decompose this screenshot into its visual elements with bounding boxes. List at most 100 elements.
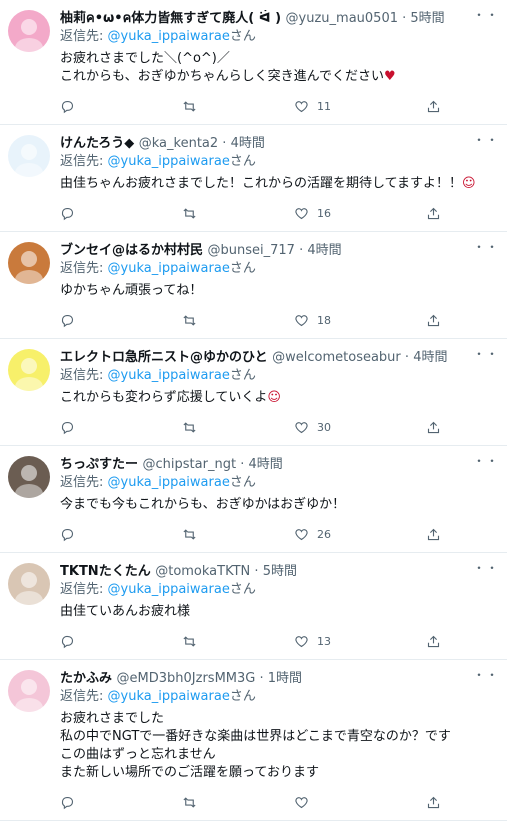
separator: ·: [250, 564, 263, 579]
reply-icon: [61, 314, 74, 327]
tweet-text: ゆかちゃん頑張ってね！: [60, 282, 493, 300]
retweet-button[interactable]: [182, 634, 294, 649]
action-bar: 30: [60, 409, 493, 445]
like-button[interactable]: 11: [294, 99, 426, 114]
reply-to-link[interactable]: @yuka_ippaiwarae: [108, 582, 230, 597]
more-icon[interactable]: ・・: [473, 559, 499, 576]
reply-to-link[interactable]: @yuka_ippaiwarae: [108, 261, 230, 276]
user-handle[interactable]: @ka_kenta2: [139, 136, 218, 151]
retweet-icon: [183, 100, 196, 112]
tweet[interactable]: ・・ ちっぷすたー @chipstar_ngt · 4時間 返信先: @yuka…: [0, 446, 507, 553]
reply-button[interactable]: [60, 527, 182, 542]
share-button[interactable]: [426, 99, 441, 114]
like-button[interactable]: 13: [294, 634, 426, 649]
user-handle[interactable]: @welcometoseabur: [272, 350, 401, 365]
display-name[interactable]: 柚莉ค•ω•ค体力皆無すぎて廃人( ᐛ ): [60, 11, 286, 26]
display-name[interactable]: けんたろう◆: [60, 136, 139, 151]
reply-context: 返信先: @yuka_ippaiwaraeさん: [60, 260, 493, 278]
display-name[interactable]: ブンセイ@はるか村村民: [60, 243, 208, 258]
avatar[interactable]: [8, 10, 50, 52]
share-button[interactable]: [426, 795, 441, 810]
more-icon[interactable]: ・・: [473, 6, 499, 23]
reply-suffix: さん: [229, 368, 256, 383]
tweet[interactable]: ・・ けんたろう◆ @ka_kenta2 · 4時間 返信先: @yuka_ip…: [0, 125, 507, 232]
retweet-button[interactable]: [182, 795, 294, 810]
more-icon[interactable]: ・・: [473, 131, 499, 148]
reply-suffix: さん: [229, 582, 256, 597]
reply-button[interactable]: [60, 795, 182, 810]
share-button[interactable]: [426, 420, 441, 435]
timestamp[interactable]: 4時間: [248, 457, 282, 472]
timestamp[interactable]: 1時間: [268, 671, 302, 686]
display-name[interactable]: TKTNたくたん: [60, 564, 155, 579]
separator: ·: [398, 11, 411, 26]
user-handle[interactable]: @tomokaTKTN: [155, 564, 250, 579]
avatar[interactable]: [8, 670, 50, 712]
share-icon: [427, 796, 440, 808]
retweet-button[interactable]: [182, 206, 294, 221]
reply-button[interactable]: [60, 634, 182, 649]
reply-to-link[interactable]: @yuka_ippaiwarae: [108, 29, 230, 44]
retweet-button[interactable]: [182, 99, 294, 114]
reply-to-link[interactable]: @yuka_ippaiwarae: [108, 689, 230, 704]
heart-icon: [295, 796, 308, 808]
timestamp[interactable]: 4時間: [413, 350, 447, 365]
timestamp[interactable]: 4時間: [307, 243, 341, 258]
reply-to-link[interactable]: @yuka_ippaiwarae: [108, 475, 230, 490]
retweet-button[interactable]: [182, 420, 294, 435]
share-button[interactable]: [426, 313, 441, 328]
like-button[interactable]: 30: [294, 420, 426, 435]
like-button[interactable]: 18: [294, 313, 426, 328]
timestamp[interactable]: 5時間: [263, 564, 297, 579]
like-button[interactable]: [294, 795, 426, 810]
user-handle[interactable]: @eMD3bh0JzrsMM3G: [117, 671, 256, 686]
tweet[interactable]: ・・ ブンセイ@はるか村村民 @bunsei_717 · 4時間 返信先: @y…: [0, 232, 507, 339]
tweet[interactable]: ・・ たかふみ @eMD3bh0JzrsMM3G · 1時間 返信先: @yuk…: [0, 660, 507, 821]
user-handle[interactable]: @yuzu_mau0501: [286, 11, 398, 26]
share-button[interactable]: [426, 527, 441, 542]
user-handle[interactable]: @chipstar_ngt: [143, 457, 237, 472]
retweet-button[interactable]: [182, 313, 294, 328]
retweet-button[interactable]: [182, 527, 294, 542]
share-icon: [427, 528, 440, 540]
timestamp[interactable]: 5時間: [410, 11, 444, 26]
more-icon[interactable]: ・・: [473, 238, 499, 255]
display-name[interactable]: ちっぷすたー: [60, 457, 143, 472]
reply-to-link[interactable]: @yuka_ippaiwarae: [108, 368, 230, 383]
display-name[interactable]: エレクトロ急所ニスト@ゆかのひと: [60, 350, 272, 365]
tweet-text: 由佳ちゃんお疲れさまでした！これからの活躍を期待してますよ！！☺: [60, 175, 493, 193]
avatar[interactable]: [8, 242, 50, 284]
reply-button[interactable]: [60, 313, 182, 328]
share-button[interactable]: [426, 634, 441, 649]
like-button[interactable]: 26: [294, 527, 426, 542]
share-icon: [427, 314, 440, 326]
reply-icon: [61, 796, 74, 809]
more-icon[interactable]: ・・: [473, 452, 499, 469]
avatar[interactable]: [8, 456, 50, 498]
tweet-text-content: お疲れさまでした 私の中でNGTで一番好きな楽曲は世界はどこまで青空なのか？です…: [60, 711, 451, 780]
reply-button[interactable]: [60, 99, 182, 114]
retweet-icon: [183, 207, 196, 219]
heart-icon: [295, 100, 308, 112]
tweet[interactable]: ・・ エレクトロ急所ニスト@ゆかのひと @welcometoseabur · 4…: [0, 339, 507, 446]
like-count: 16: [317, 206, 331, 220]
avatar[interactable]: [8, 563, 50, 605]
tweet[interactable]: ・・ 柚莉ค•ω•ค体力皆無すぎて廃人( ᐛ ) @yuzu_mau0501 ·…: [0, 0, 507, 125]
avatar[interactable]: [8, 135, 50, 177]
tweet-text-content: これからも変わらず応援していくよ: [60, 390, 268, 405]
reply-to-link[interactable]: @yuka_ippaiwarae: [108, 154, 230, 169]
avatar[interactable]: [8, 349, 50, 391]
more-icon[interactable]: ・・: [473, 345, 499, 362]
display-name[interactable]: たかふみ: [60, 671, 117, 686]
action-bar: [60, 784, 493, 820]
more-icon[interactable]: ・・: [473, 666, 499, 683]
reply-button[interactable]: [60, 206, 182, 221]
user-handle[interactable]: @bunsei_717: [208, 243, 295, 258]
share-button[interactable]: [426, 206, 441, 221]
tweet[interactable]: ・・ TKTNたくたん @tomokaTKTN · 5時間 返信先: @yuka…: [0, 553, 507, 660]
reply-suffix: さん: [229, 29, 256, 44]
timestamp[interactable]: 4時間: [231, 136, 265, 151]
like-button[interactable]: 16: [294, 206, 426, 221]
reply-button[interactable]: [60, 420, 182, 435]
reply-suffix: さん: [229, 261, 256, 276]
